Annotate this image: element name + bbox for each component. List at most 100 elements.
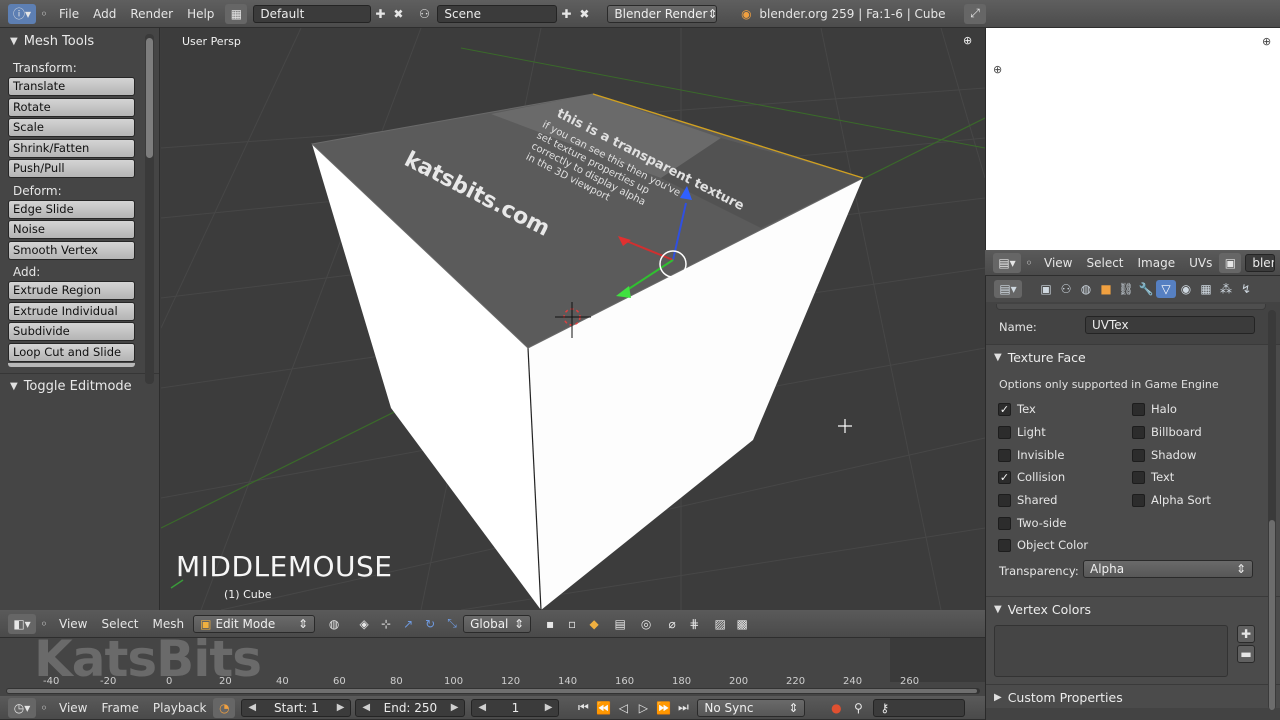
rotate-button[interactable]: Rotate [8, 97, 135, 117]
properties-scrollbar[interactable] [1268, 310, 1276, 710]
keying-set-icon[interactable]: ⚲ [847, 698, 869, 718]
image-browse-icon[interactable]: ▣ [1219, 252, 1242, 273]
subdivide-button[interactable]: Subdivide [8, 322, 135, 341]
checkbox[interactable] [1132, 448, 1145, 462]
menu-add[interactable]: Add [86, 3, 123, 25]
scene-field[interactable]: Scene [437, 4, 558, 23]
render-anim-icon[interactable]: ▩ [731, 614, 753, 634]
menu-help[interactable]: Help [180, 3, 221, 25]
manipulator-toggle-icon[interactable]: ⊹ [375, 614, 397, 634]
checkmark-icon[interactable]: ✓ [998, 402, 1011, 416]
menu-file[interactable]: File [52, 3, 86, 25]
add-vertex-color-icon[interactable]: ✚ [1237, 625, 1255, 643]
keying-set-field[interactable]: ⚷ [873, 698, 966, 717]
loop-cut-button[interactable]: Loop Cut and Slide [8, 342, 135, 362]
checkmark-icon[interactable]: ✓ [998, 470, 1011, 484]
checkbox[interactable] [998, 493, 1011, 507]
transparency-dropdown[interactable]: Alpha ⇕ [1083, 560, 1253, 578]
timeline[interactable]: KatsBits -40 -20 0 20 40 60 80 100 120 1… [0, 630, 985, 696]
shadow-option[interactable]: Shadow [1132, 448, 1196, 462]
render-engine-dropdown[interactable]: Blender Render ⇕ [607, 4, 718, 23]
rotate-manipulator-icon[interactable]: ↻ [419, 614, 441, 634]
noise-button[interactable]: Noise [8, 220, 135, 239]
push-pull-button[interactable]: Push/Pull [8, 159, 135, 178]
smooth-vertex-button[interactable]: Smooth Vertex [8, 240, 135, 260]
render-context-icon[interactable]: ▣ [1036, 280, 1056, 298]
editor-type-icon[interactable]: ◧▾ [8, 613, 36, 634]
menu-view[interactable]: View [1037, 252, 1079, 274]
info-editor-icon[interactable]: ⓘ▾ [8, 3, 36, 24]
tool-shelf-scrollbar[interactable] [145, 34, 154, 384]
object-color-option[interactable]: Object Color [998, 538, 1088, 552]
text-option[interactable]: Text [1132, 470, 1174, 484]
tex-option[interactable]: ✓ Tex [998, 402, 1036, 416]
menu-image[interactable]: Image [1131, 252, 1183, 274]
data-context-icon[interactable]: ▽ [1156, 280, 1176, 298]
snap-toggle-icon[interactable]: ⌀ [661, 614, 683, 634]
scale-button[interactable]: Scale [8, 118, 135, 137]
uv-image-editor[interactable]: ⊕ ⊕ [985, 28, 1280, 250]
scrollbar-thumb[interactable] [7, 689, 977, 693]
scrollbar-thumb[interactable] [146, 38, 153, 158]
menu-view[interactable]: View [52, 697, 94, 719]
record-icon[interactable]: ● [825, 698, 847, 718]
menu-uvs[interactable]: UVs [1182, 252, 1219, 274]
toggle-editmode-panel-header[interactable]: ▼ Toggle Editmode [0, 373, 159, 399]
face-select-icon[interactable]: ◆ [583, 614, 605, 634]
prev-keyframe-icon[interactable]: ⏪ [593, 698, 613, 718]
collapse-menu-icon[interactable]: ◦ [36, 4, 52, 24]
two-side-option[interactable]: Two-side [998, 516, 1067, 530]
collision-option[interactable]: ✓ Collision [998, 470, 1065, 484]
shrink-fatten-button[interactable]: Shrink/Fatten [8, 138, 135, 158]
checkbox[interactable] [998, 516, 1011, 530]
world-context-icon[interactable]: ◍ [1076, 280, 1096, 298]
next-keyframe-icon[interactable]: ⏩ [653, 698, 673, 718]
current-frame-field[interactable]: ◀ 1 ▶ [471, 698, 560, 717]
custom-properties-header[interactable]: ▶ Custom Properties [986, 685, 1280, 709]
viewport-corner-plus-icon[interactable]: ⊕ [963, 34, 972, 47]
collapse-menu-icon[interactable]: ◦ [1021, 253, 1037, 273]
halo-option[interactable]: Halo [1132, 402, 1177, 416]
menu-select[interactable]: Select [1079, 252, 1130, 274]
jump-start-icon[interactable]: ⏮ [573, 698, 593, 718]
collapse-menu-icon[interactable]: ◦ [36, 698, 52, 718]
scene-icon[interactable]: ⚇ [413, 4, 435, 24]
add-layout-icon[interactable]: ✚ [371, 4, 389, 24]
texture-face-header[interactable]: ▼ Texture Face [986, 345, 1280, 369]
image-name-field[interactable]: blend [1245, 253, 1276, 272]
edge-slide-button[interactable]: Edge Slide [8, 199, 135, 219]
start-frame-field[interactable]: ◀ Start: 1 ▶ [241, 698, 352, 717]
timeline-hscrollbar[interactable] [6, 688, 980, 694]
3d-viewport[interactable]: katsbits.com this is a transparent textu… [161, 28, 985, 610]
editor-type-icon[interactable]: ▤▾ [994, 280, 1022, 298]
extrude-individual-button[interactable]: Extrude Individual [8, 301, 135, 321]
fullscreen-icon[interactable]: ⤢ [964, 3, 986, 24]
menu-frame[interactable]: Frame [94, 697, 145, 719]
scale-manipulator-icon[interactable]: ⤡ [441, 614, 463, 634]
add-scene-icon[interactable]: ✚ [557, 4, 575, 24]
checkbox[interactable] [1132, 493, 1145, 507]
edge-select-icon[interactable]: ▫ [561, 614, 583, 634]
scrollbar-thumb[interactable] [1269, 520, 1275, 710]
editor-type-icon[interactable]: ▤▾ [993, 252, 1021, 273]
remove-layout-icon[interactable]: ✖ [389, 4, 407, 24]
extrude-region-button[interactable]: Extrude Region [8, 281, 135, 300]
translate-button[interactable]: Translate [8, 77, 135, 96]
light-option[interactable]: Light [998, 425, 1046, 439]
proportional-edit-icon[interactable]: ◎ [635, 614, 657, 634]
uvtex-name-field[interactable]: UVTex [1085, 316, 1255, 334]
viewport-shading-icon[interactable]: ◍ [323, 614, 345, 634]
snap-element-icon[interactable]: ⋕ [683, 614, 705, 634]
physics-context-icon[interactable]: ↯ [1236, 280, 1256, 298]
editor-type-icon[interactable]: ◷▾ [8, 697, 36, 718]
timeline-ruler[interactable]: -40 -20 0 20 40 60 80 100 120 140 160 18… [0, 676, 985, 688]
particles-context-icon[interactable]: ⁂ [1216, 280, 1236, 298]
time-clock-icon[interactable]: ◔ [213, 697, 236, 718]
vertex-colors-list[interactable] [994, 625, 1228, 677]
remove-scene-icon[interactable]: ✖ [575, 4, 593, 24]
scene-context-icon[interactable]: ⚇ [1056, 280, 1076, 298]
menu-playback[interactable]: Playback [146, 697, 214, 719]
play-reverse-icon[interactable]: ◁ [613, 698, 633, 718]
texture-context-icon[interactable]: ▦ [1196, 280, 1216, 298]
alpha-sort-option[interactable]: Alpha Sort [1132, 493, 1211, 507]
